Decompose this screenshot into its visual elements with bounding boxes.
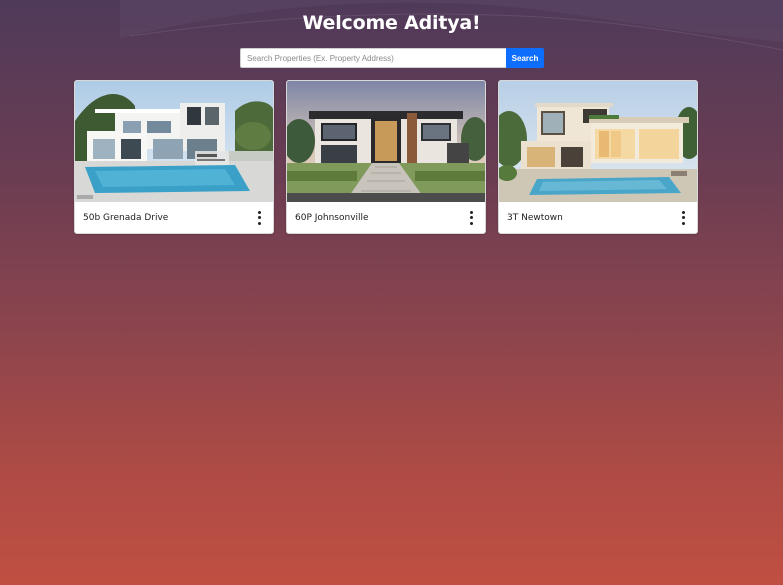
property-card-footer: 50b Grenada Drive bbox=[75, 202, 273, 233]
kebab-icon[interactable] bbox=[255, 210, 263, 225]
property-address: 50b Grenada Drive bbox=[83, 212, 169, 223]
property-card-footer: 60P Johnsonville bbox=[287, 202, 485, 233]
search-input[interactable] bbox=[240, 48, 506, 68]
property-photo bbox=[287, 81, 485, 202]
property-card-footer: 3T Newtown bbox=[499, 202, 697, 233]
property-card[interactable]: 50b Grenada Drive bbox=[74, 80, 274, 234]
property-address: 3T Newtown bbox=[507, 212, 563, 223]
welcome-title: Welcome Aditya! bbox=[302, 12, 481, 34]
kebab-icon[interactable] bbox=[679, 210, 687, 225]
search-button[interactable]: Search bbox=[506, 48, 544, 68]
property-card[interactable]: 3T Newtown bbox=[498, 80, 698, 234]
kebab-icon[interactable] bbox=[467, 210, 475, 225]
property-list: 50b Grenada Drive 60P Johnsonville 3T Ne… bbox=[74, 80, 698, 234]
property-photo bbox=[499, 81, 697, 202]
search-bar: Search bbox=[240, 48, 544, 68]
property-photo bbox=[75, 81, 273, 202]
property-address: 60P Johnsonville bbox=[295, 212, 369, 223]
property-card[interactable]: 60P Johnsonville bbox=[286, 80, 486, 234]
